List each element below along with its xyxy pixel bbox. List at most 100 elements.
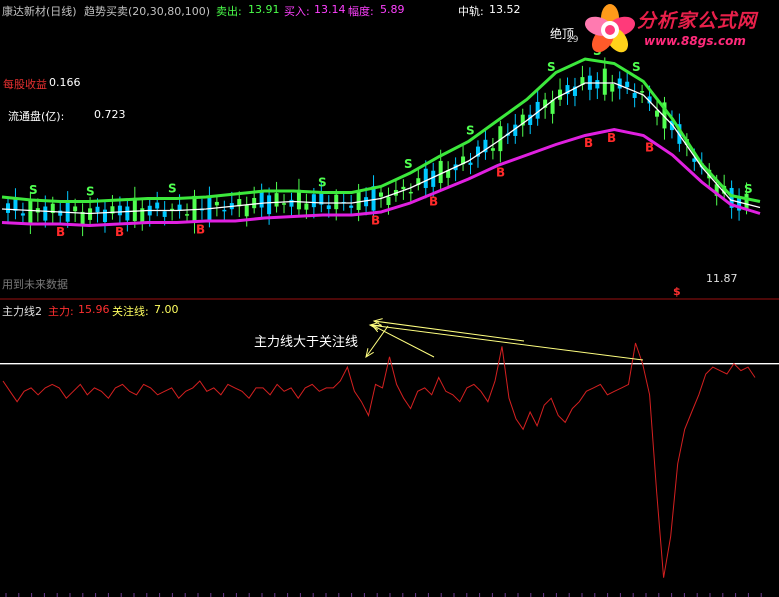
- range-value: 5.89: [380, 3, 405, 16]
- candle-body: [222, 209, 227, 212]
- sell-signal-mark: S: [466, 123, 475, 137]
- candle-body: [356, 189, 361, 210]
- candle-body: [95, 206, 100, 213]
- candle-body: [117, 205, 122, 216]
- buy-signal-mark: B: [371, 214, 380, 228]
- annotation-arrow: [369, 324, 644, 361]
- candle-body: [252, 197, 257, 209]
- buy-signal-mark: B: [115, 225, 124, 239]
- eps-label: 每股收益: [3, 78, 47, 91]
- candle-body: [311, 194, 316, 208]
- site-logo: 分析家公式网 www.88gs.com: [582, 2, 776, 58]
- candle-body: [655, 110, 660, 117]
- candle-body: [155, 202, 160, 209]
- float-label: 流通盘(亿):: [8, 110, 65, 123]
- candle-body: [267, 195, 272, 215]
- candle-body: [73, 206, 78, 212]
- upper-band-line: [1, 57, 761, 203]
- candle-body: [632, 92, 637, 98]
- bottom-marker: $: [673, 285, 681, 298]
- candle-body: [43, 206, 48, 221]
- annotation-arrow: [371, 324, 435, 358]
- sell-signal-mark: S: [744, 182, 753, 196]
- flower-icon: [584, 4, 636, 53]
- logo-name: 分析家公式网: [637, 10, 758, 32]
- sell-signal-mark: S: [547, 60, 556, 74]
- candle-body: [20, 213, 25, 216]
- candle-body: [282, 203, 287, 205]
- candle-body: [431, 170, 436, 187]
- sell-label: 卖出:: [216, 5, 242, 18]
- buy-label: 买入:: [284, 5, 310, 18]
- buy-signal-mark: B: [196, 222, 205, 236]
- sell-signal-mark: S: [318, 175, 327, 189]
- sell-signal-mark: S: [632, 60, 641, 74]
- candle-body: [408, 191, 413, 194]
- candle-body: [423, 168, 428, 188]
- candle-body: [334, 194, 339, 210]
- candle-body: [490, 148, 495, 151]
- mid-label: 中轨:: [458, 5, 484, 18]
- buy-signal-mark: B: [496, 166, 505, 180]
- sell-signal-mark: S: [404, 157, 413, 171]
- candle-body: [379, 192, 383, 197]
- main-value: 15.96: [78, 303, 110, 316]
- low-price-label: 11.87: [706, 272, 738, 285]
- candle-body: [162, 211, 167, 217]
- candle-body: [364, 197, 369, 207]
- candle-body: [468, 162, 473, 165]
- candle-body: [617, 78, 622, 89]
- future-data-note: 用到未来数据: [2, 278, 68, 291]
- lower-title: 主力线2: [2, 305, 42, 318]
- sell-signal-mark: S: [29, 183, 38, 197]
- candle-body: [625, 81, 630, 88]
- candle-body: [214, 201, 219, 206]
- candle-body: [132, 197, 137, 222]
- candle-body: [640, 91, 645, 93]
- float-value: 0.723: [94, 108, 126, 121]
- candle-body: [326, 205, 331, 210]
- buy-signal-mark: B: [584, 136, 593, 150]
- range-label: 幅度:: [348, 5, 374, 18]
- logo-url: www.88gs.com: [644, 34, 746, 48]
- focus-label: 关注线:: [112, 305, 149, 318]
- candle-body: [610, 83, 615, 92]
- buy-value: 13.14: [314, 3, 346, 16]
- chart-canvas: SSSSSSSSSSBBBBBBBBB: [0, 44, 779, 597]
- buy-signal-mark: B: [56, 225, 65, 239]
- candle-body: [386, 196, 391, 206]
- eps-value: 0.166: [49, 76, 81, 89]
- candle-body: [102, 209, 107, 223]
- buy-signal-mark: B: [645, 140, 654, 154]
- candle-body: [371, 186, 376, 211]
- candle-body: [259, 192, 264, 208]
- top-value: 29: [567, 35, 579, 45]
- candle-body: [125, 206, 130, 221]
- main-force-line: [2, 342, 756, 578]
- candle-body: [438, 160, 443, 184]
- focus-value: 7.00: [154, 303, 179, 316]
- candle-body: [274, 193, 279, 207]
- candle-body: [6, 203, 10, 213]
- sell-signal-mark: S: [86, 184, 95, 198]
- candle-body: [13, 198, 18, 211]
- mid-value: 13.52: [489, 3, 521, 16]
- sell-value: 13.91: [248, 3, 280, 16]
- buy-signal-mark: B: [607, 131, 616, 145]
- candle-body: [244, 205, 249, 217]
- buy-signal-mark: B: [429, 195, 438, 209]
- candle-body: [185, 214, 190, 216]
- candle-body: [401, 186, 406, 190]
- lower-panel: [0, 298, 779, 597]
- annotation-text: 主力线大于关注线: [254, 335, 359, 350]
- candle-body: [595, 80, 600, 89]
- stock-title: 康达新材(日线): [2, 5, 77, 18]
- sell-signal-mark: S: [168, 182, 177, 196]
- candle-body: [602, 68, 607, 95]
- indicator-name: 趋势买卖(20,30,80,100): [84, 5, 211, 18]
- candle-body: [304, 203, 309, 210]
- candle-body: [349, 205, 354, 208]
- candle-body: [177, 204, 182, 211]
- main-label: 主力:: [48, 305, 74, 318]
- upper-panel: SSSSSSSSSSBBBBBBBBB: [1, 44, 761, 239]
